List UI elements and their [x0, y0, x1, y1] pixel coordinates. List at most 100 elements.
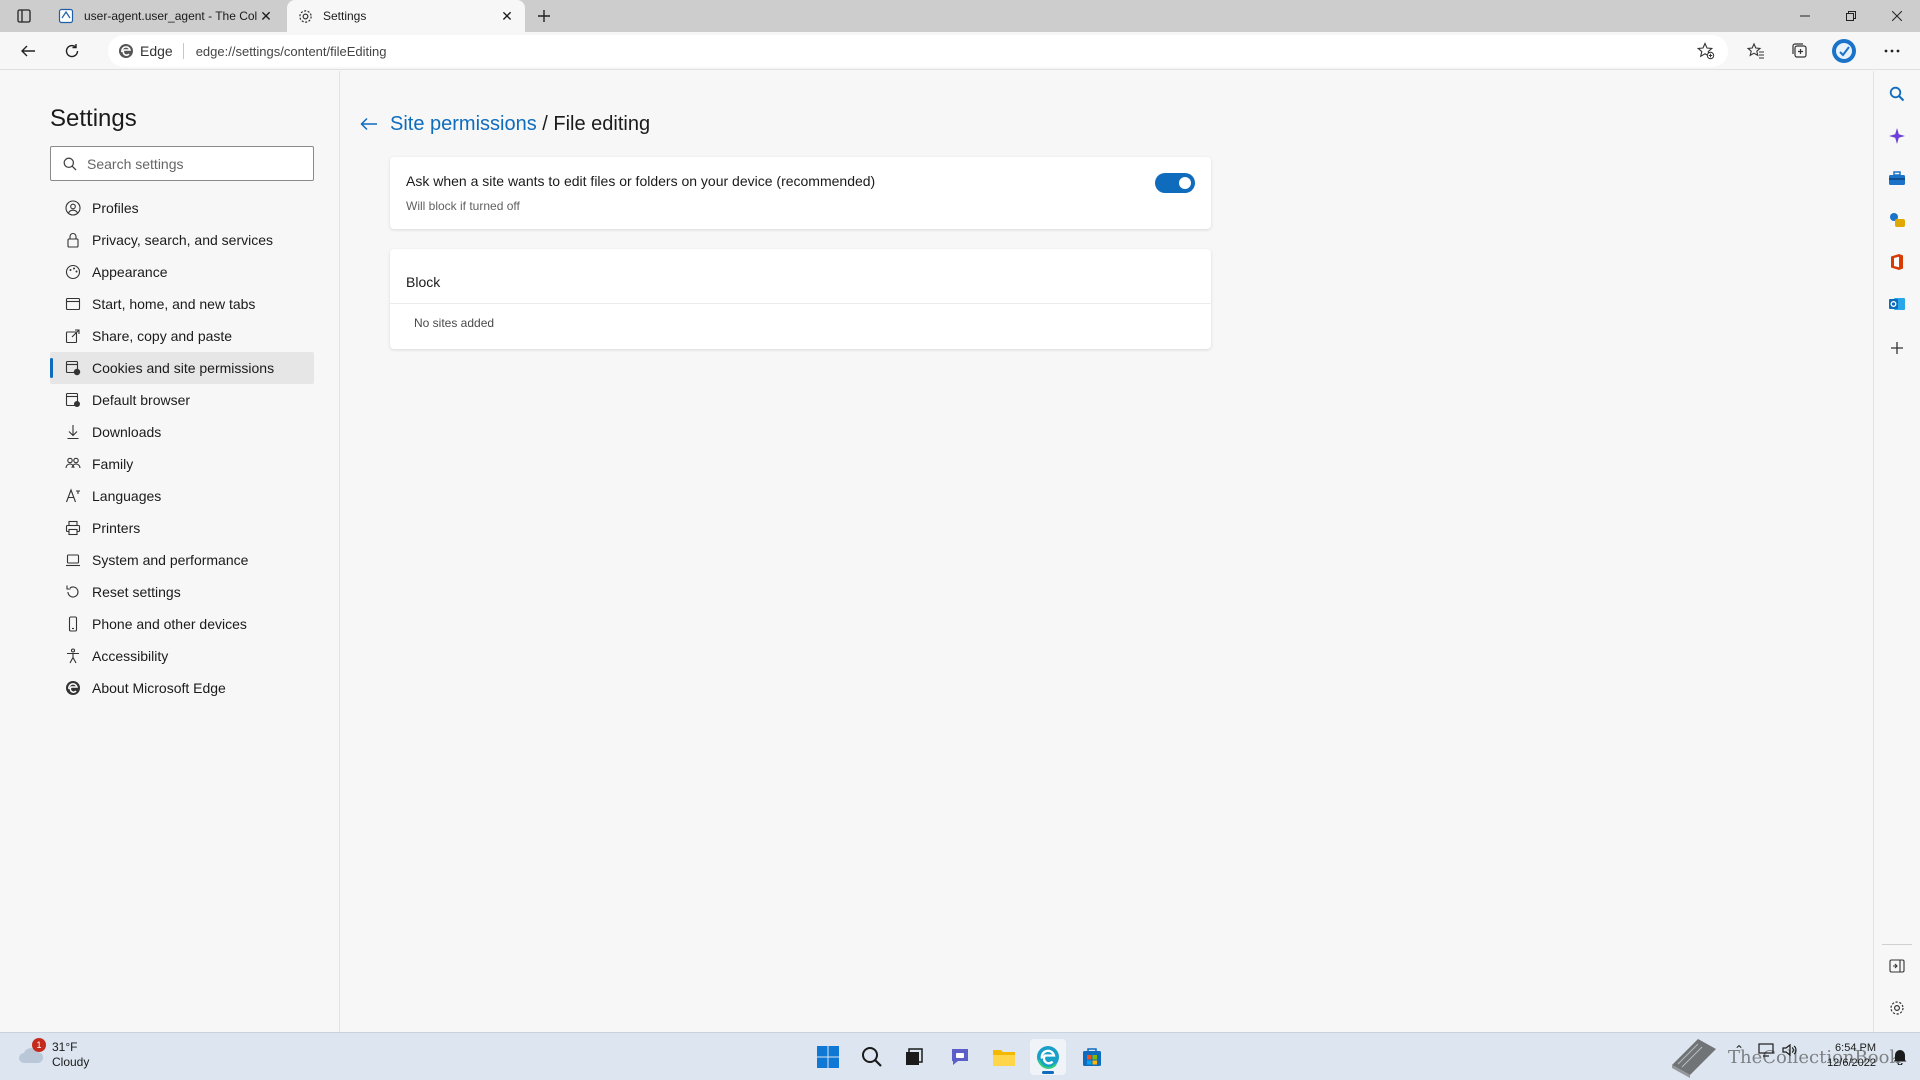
sidebar-item-privacy[interactable]: Privacy, search, and services	[50, 224, 314, 256]
back-arrow-icon	[21, 45, 35, 57]
sidebar-discover-button[interactable]	[1886, 125, 1908, 147]
microsoft-store-button[interactable]	[1074, 1039, 1110, 1075]
collections-icon	[1792, 43, 1807, 58]
sidebar-add-button[interactable]	[1886, 337, 1908, 359]
refresh-button[interactable]	[58, 37, 86, 65]
family-icon	[64, 455, 82, 473]
phone-icon	[64, 615, 82, 633]
add-favorite-button[interactable]	[1696, 41, 1716, 61]
sidebar-tools-button[interactable]	[1886, 167, 1908, 189]
sidebar-item-cookies-permissions[interactable]: Cookies and site permissions	[50, 352, 314, 384]
more-menu-button[interactable]	[1878, 37, 1906, 65]
gear-icon	[1890, 1001, 1904, 1015]
sidebar-item-label: Privacy, search, and services	[92, 232, 274, 248]
breadcrumb-site-permissions-link[interactable]: Site permissions	[390, 113, 537, 135]
teams-chat-button[interactable]	[942, 1039, 978, 1075]
sidebar-item-reset[interactable]: Reset settings	[50, 576, 314, 608]
divider	[1882, 944, 1912, 945]
breadcrumb-separator: /	[536, 113, 554, 135]
search-settings-box[interactable]	[50, 146, 314, 181]
settings-nav: Profiles Privacy, search, and services A…	[50, 192, 314, 704]
weather-condition: Cloudy	[52, 1055, 90, 1069]
sidebar-settings-button[interactable]	[1886, 997, 1908, 1019]
collections-button[interactable]	[1786, 37, 1814, 65]
show-hidden-icons-icon[interactable]: ⌃	[1734, 1043, 1744, 1057]
default-browser-icon	[64, 391, 82, 409]
block-list-card: Block No sites added	[390, 249, 1211, 349]
sidebar-item-printers[interactable]: Printers	[50, 512, 314, 544]
back-to-site-permissions-button[interactable]	[357, 112, 381, 136]
sidebar-search-button[interactable]	[1886, 83, 1908, 105]
page-title: File editing	[553, 113, 651, 135]
sidebar-item-label: About Microsoft Edge	[92, 680, 226, 696]
sidebar-games-button[interactable]	[1886, 209, 1908, 231]
sidebar-item-share-copy[interactable]: Share, copy and paste	[50, 320, 314, 352]
search-settings-input[interactable]	[87, 155, 287, 172]
sidebar-item-start-home[interactable]: Start, home, and new tabs	[50, 288, 314, 320]
sidebar-item-accessibility[interactable]: Accessibility	[50, 640, 314, 672]
tab-actions-icon	[17, 9, 31, 23]
sidebar-item-languages[interactable]: Languages	[50, 480, 314, 512]
plus-icon	[538, 10, 550, 22]
settings-sidebar: Settings Profiles Privacy, search, and s…	[0, 71, 340, 1032]
divider	[390, 303, 1211, 304]
address-bar[interactable]: Edge edge://settings/content/fileEditing	[108, 35, 1728, 67]
task-view-button[interactable]	[896, 1039, 932, 1075]
system-clock[interactable]: 6:54 PM 12/6/2022	[1827, 1041, 1876, 1071]
sidebar-item-downloads[interactable]: Downloads	[50, 416, 314, 448]
clock-date: 12/6/2022	[1827, 1057, 1876, 1069]
ask-permission-toggle[interactable]	[1155, 173, 1195, 193]
sidebar-item-phone-devices[interactable]: Phone and other devices	[50, 608, 314, 640]
profile-button[interactable]	[1830, 37, 1858, 65]
sidebar-hide-button[interactable]	[1886, 955, 1908, 977]
clock-time: 6:54 PM	[1835, 1042, 1876, 1054]
tab-strip: user-agent.user_agent - The Coll ✕ Setti…	[0, 0, 1920, 32]
minimize-button[interactable]	[1782, 0, 1828, 32]
sidebar-outlook-button[interactable]	[1886, 293, 1908, 315]
sidebar-item-label: Default browser	[92, 392, 191, 408]
windows-taskbar: 1 31°F Cloudy TheCollectionBook ⌃ 6:54 P…	[0, 1032, 1920, 1080]
sidebar-item-family[interactable]: Family	[50, 448, 314, 480]
share-icon	[64, 327, 82, 345]
close-window-button[interactable]	[1874, 0, 1920, 32]
sidebar-item-system[interactable]: System and performance	[50, 544, 314, 576]
restore-button[interactable]	[1828, 0, 1874, 32]
edge-taskbar-button[interactable]	[1030, 1039, 1066, 1075]
site-identity-label: Edge	[140, 43, 173, 59]
windows-logo-icon	[817, 1046, 839, 1068]
new-tab-button[interactable]	[532, 4, 556, 28]
home-tabs-icon	[64, 295, 82, 313]
url-text[interactable]: edge://settings/content/fileEditing	[196, 44, 387, 59]
edge-logo-icon	[1037, 1046, 1059, 1069]
sidebar-item-label: Printers	[92, 520, 141, 536]
notification-badge: 1	[32, 1038, 46, 1052]
sidebar-item-default-browser[interactable]: Default browser	[50, 384, 314, 416]
tab-actions-button[interactable]	[12, 6, 36, 26]
weather-widget[interactable]: 1 31°F Cloudy	[18, 1038, 90, 1070]
sidebar-item-label: Start, home, and new tabs	[92, 296, 256, 312]
profile-icon	[64, 199, 82, 217]
site-identity-chip[interactable]: Edge	[118, 43, 184, 59]
favorites-button[interactable]	[1742, 37, 1770, 65]
tab-user-agent[interactable]: user-agent.user_agent - The Coll ✕	[48, 0, 284, 32]
tab-settings[interactable]: Settings ✕	[287, 0, 525, 32]
sidebar-item-about[interactable]: About Microsoft Edge	[50, 672, 314, 704]
start-button[interactable]	[810, 1039, 846, 1075]
sidebar-item-profiles[interactable]: Profiles	[50, 192, 314, 224]
sidebar-item-label: Family	[92, 456, 134, 472]
download-icon	[64, 423, 82, 441]
sidebar-item-appearance[interactable]: Appearance	[50, 256, 314, 288]
sidebar-office-button[interactable]	[1886, 251, 1908, 273]
block-heading: Block	[406, 274, 441, 290]
document-tab-icon	[58, 8, 74, 24]
notifications-button[interactable]	[1892, 1047, 1908, 1068]
back-button[interactable]	[14, 37, 42, 65]
taskbar-search-button[interactable]	[854, 1039, 890, 1075]
close-tab-icon[interactable]: ✕	[499, 8, 515, 24]
file-explorer-button[interactable]	[986, 1039, 1022, 1075]
block-empty-message: No sites added	[414, 316, 495, 330]
sidebar-item-label: System and performance	[92, 552, 249, 568]
edge-logo-icon	[119, 44, 133, 58]
search-icon	[862, 1047, 882, 1067]
close-tab-icon[interactable]: ✕	[258, 8, 274, 24]
